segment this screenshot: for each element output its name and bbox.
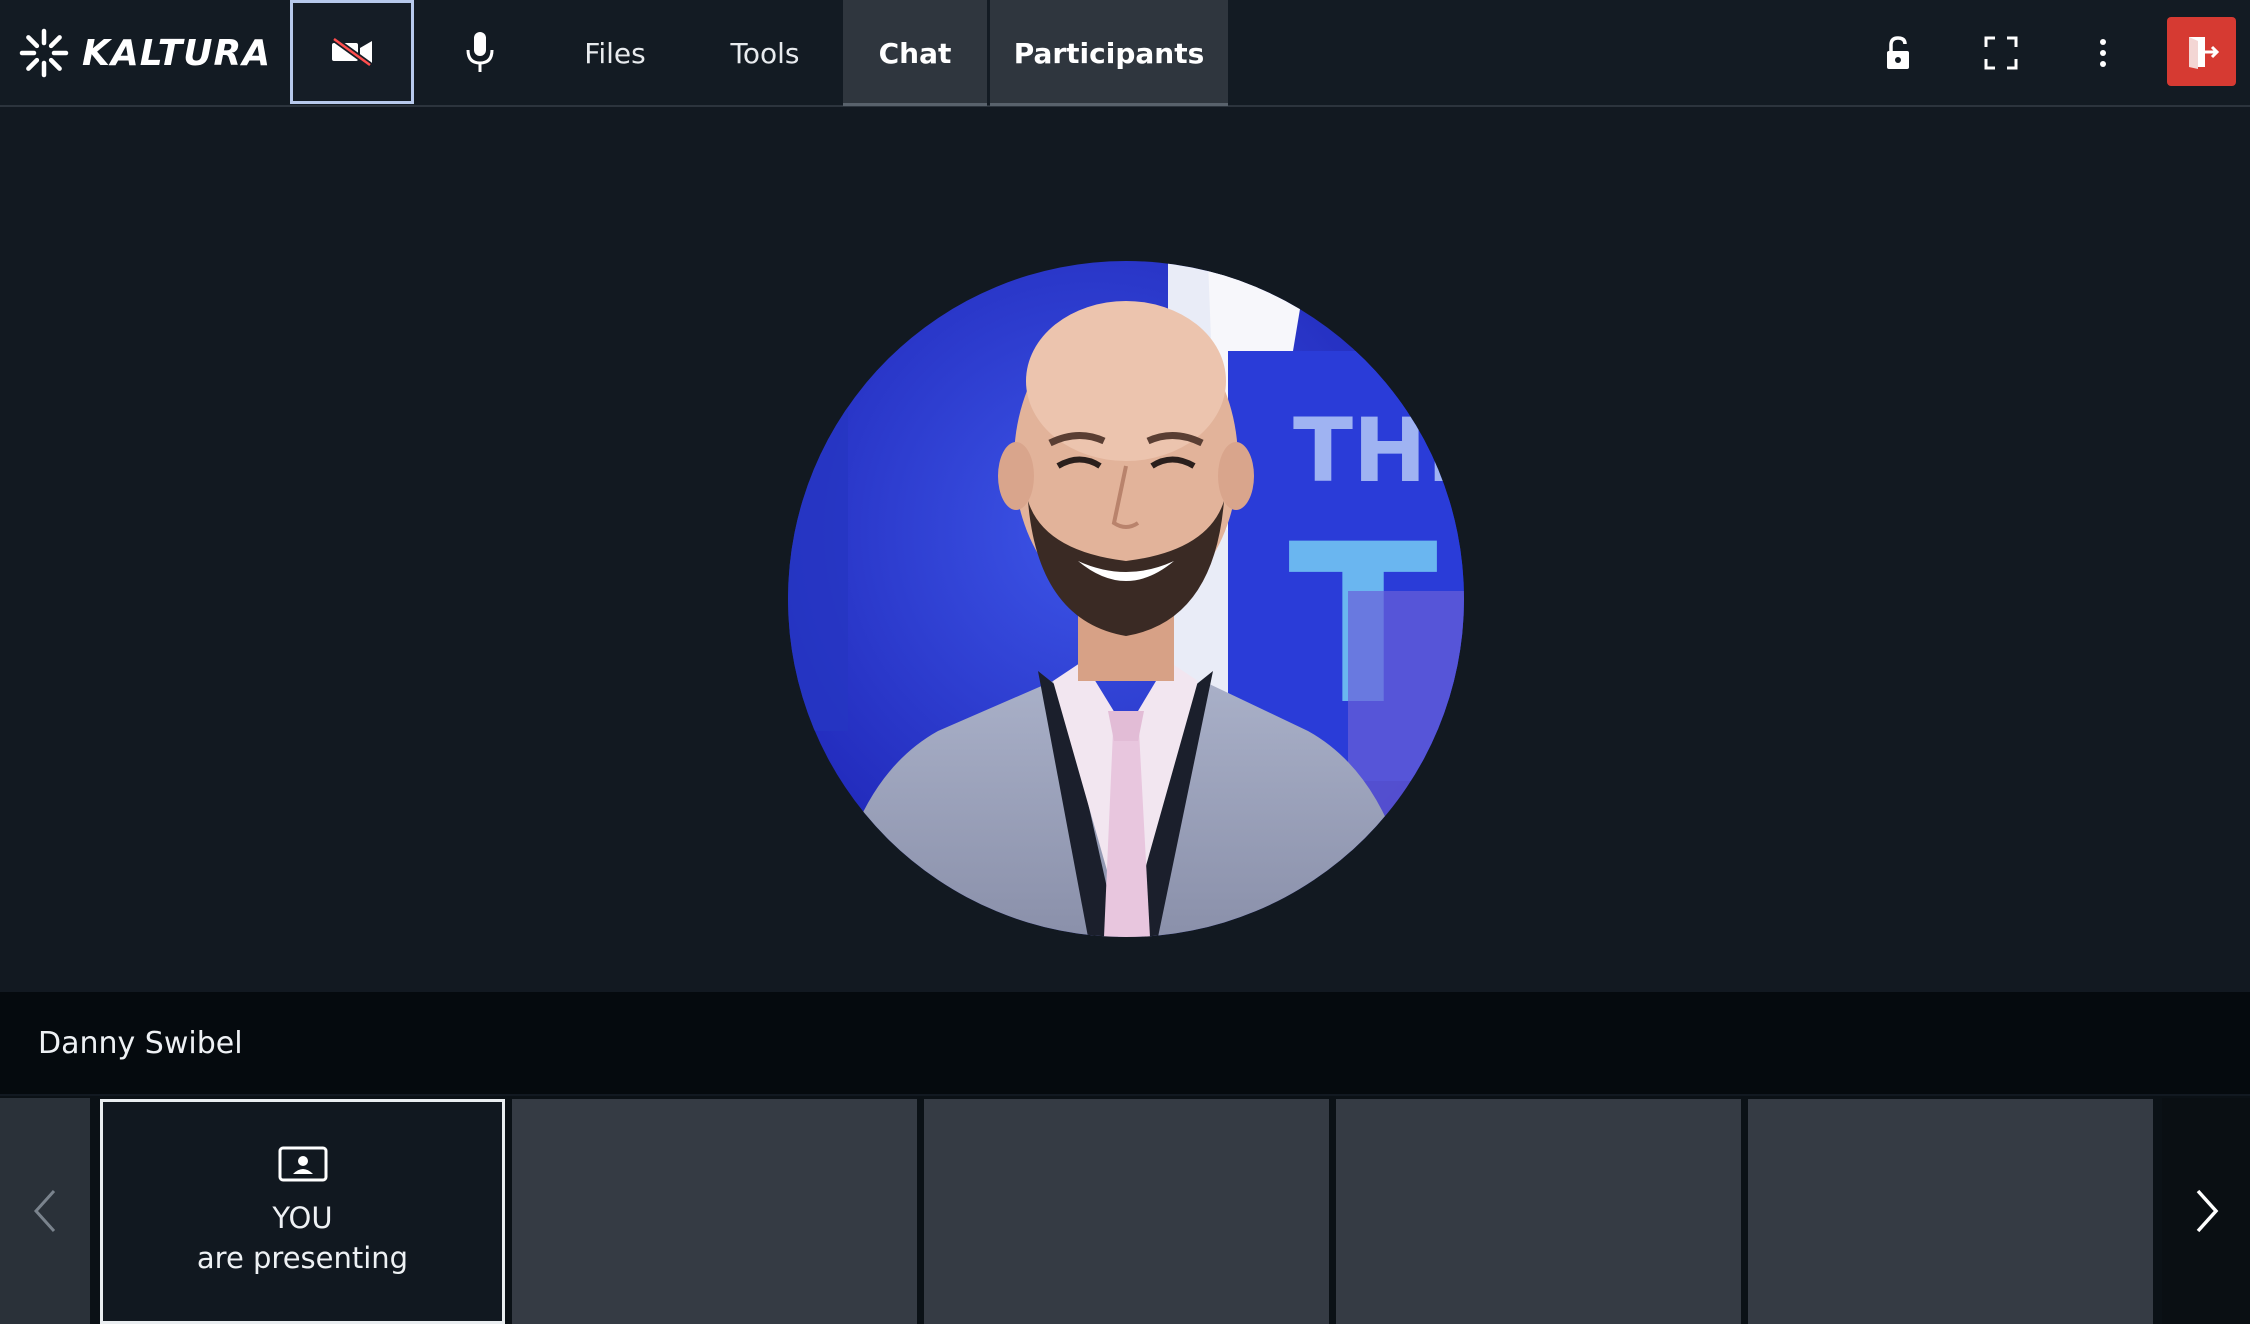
participant-tile[interactable] xyxy=(1748,1099,2153,1324)
more-vertical-icon xyxy=(2100,39,2106,67)
leave-session-button[interactable] xyxy=(2167,17,2236,86)
camera-off-icon xyxy=(332,37,372,67)
more-options-button[interactable] xyxy=(2072,22,2134,84)
fullscreen-button[interactable] xyxy=(1970,22,2032,84)
fullscreen-icon xyxy=(1984,36,2018,70)
brand-name: KALTURA xyxy=(82,32,272,74)
tab-files[interactable]: Files xyxy=(560,0,670,106)
chevron-left-icon xyxy=(33,1189,56,1233)
self-tile-line1: YOU xyxy=(272,1200,333,1235)
microphone-toggle-button[interactable] xyxy=(440,0,520,104)
kaltura-meeting-app: KALTURA Files Tools Chat Participants TH… xyxy=(0,0,2250,1324)
presenter-photo: THE T xyxy=(788,261,1464,937)
room-lock-button[interactable] xyxy=(1867,22,1929,84)
main-stage: THE T xyxy=(0,109,2250,992)
self-presenting-tile[interactable]: YOU are presenting xyxy=(100,1099,505,1324)
participant-tile[interactable] xyxy=(512,1099,917,1324)
kaltura-burst-icon xyxy=(19,28,69,78)
tab-tools[interactable]: Tools xyxy=(705,0,825,106)
top-toolbar: KALTURA Files Tools Chat Participants xyxy=(0,0,2250,107)
tab-participants[interactable]: Participants xyxy=(990,0,1228,106)
exit-icon xyxy=(2188,36,2219,69)
svg-text:THE: THE xyxy=(1293,399,1464,502)
presenter-avatar: THE T xyxy=(788,261,1464,937)
participant-strip: YOU are presenting xyxy=(0,1096,2250,1324)
camera-toggle-button[interactable] xyxy=(290,0,414,104)
microphone-icon xyxy=(466,32,494,72)
chevron-right-icon xyxy=(2196,1189,2219,1233)
strip-previous-button[interactable] xyxy=(0,1098,90,1324)
self-tile-line2: are presenting xyxy=(196,1240,409,1275)
presenter-name: Danny Swibel xyxy=(38,1025,243,1061)
participant-tile[interactable] xyxy=(1336,1099,1741,1324)
kaltura-logo: KALTURA xyxy=(18,24,271,82)
strip-next-button[interactable] xyxy=(2162,1098,2250,1324)
participant-tile[interactable] xyxy=(924,1099,1329,1324)
tab-chat[interactable]: Chat xyxy=(843,0,987,106)
presenter-card-icon xyxy=(278,1146,327,1181)
unlock-icon xyxy=(1887,36,1909,69)
presenter-name-bar: Danny Swibel xyxy=(0,992,2250,1094)
